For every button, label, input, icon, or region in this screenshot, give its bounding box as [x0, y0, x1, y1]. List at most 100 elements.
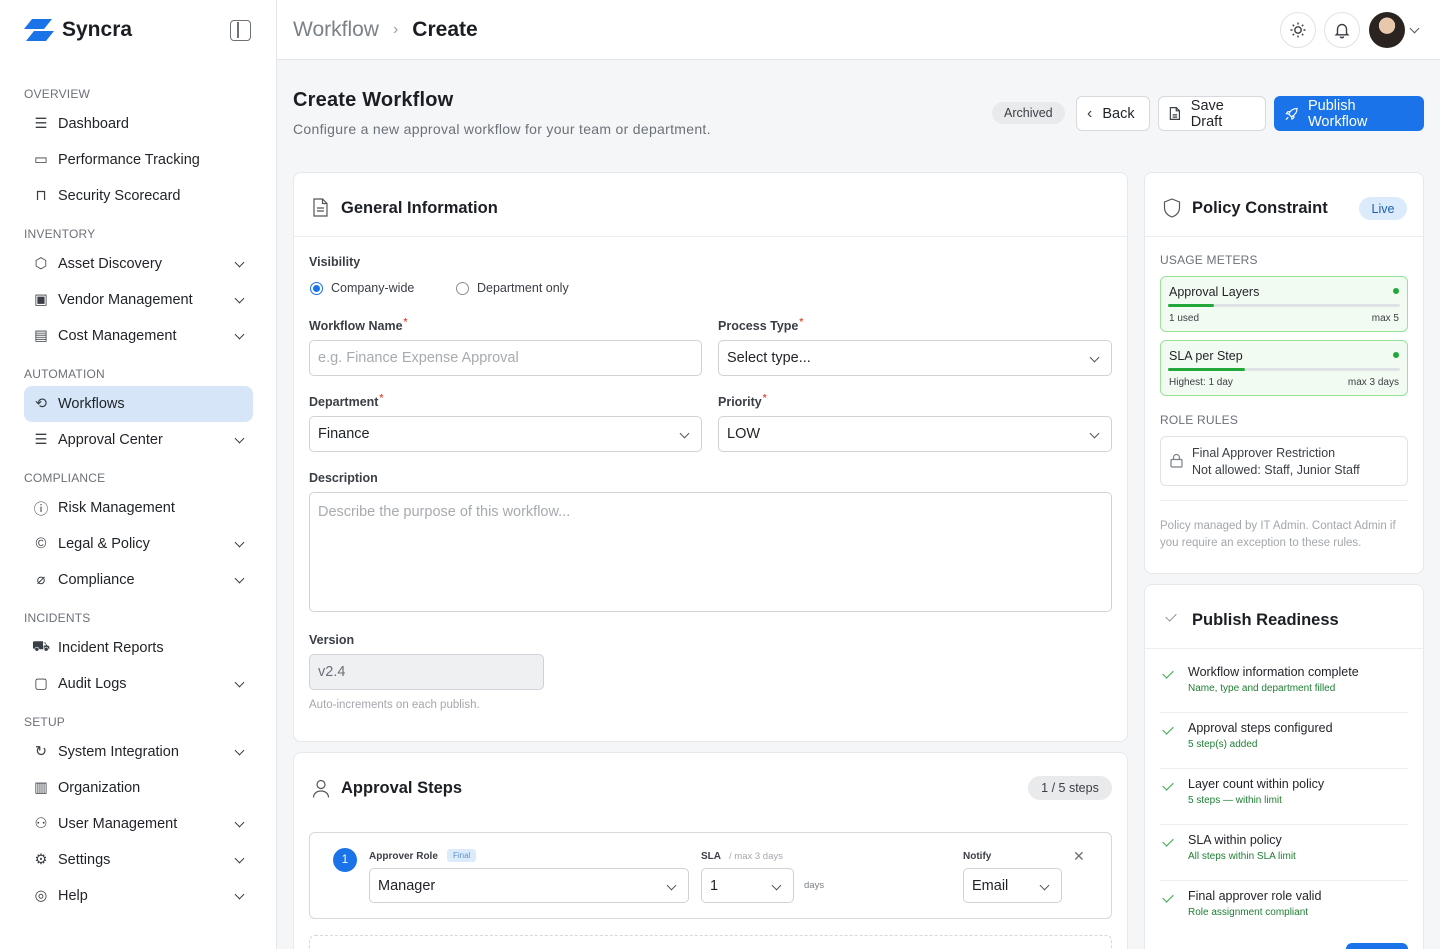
sidebar-item-audit-logs[interactable]: ▢ Audit Logs	[24, 666, 253, 702]
theme-toggle-button[interactable]	[1280, 12, 1316, 48]
radio-selected-icon	[310, 281, 323, 295]
description-textarea[interactable]: Describe the purpose of this workflow...	[309, 492, 1112, 612]
meter-used: 1 used	[1169, 313, 1200, 324]
label-text: Department	[309, 395, 379, 409]
document-icon	[313, 198, 328, 217]
label-text: Process Type	[718, 319, 799, 333]
priority-select[interactable]: LOW	[718, 416, 1112, 452]
final-tag: Final	[447, 849, 477, 862]
save-draft-button[interactable]: Save Draft	[1158, 96, 1266, 131]
label-text: Priority	[718, 395, 762, 409]
chevron-down-icon	[234, 745, 245, 756]
readiness-item-detail: 5 step(s) added	[1188, 739, 1258, 750]
workflow-name-input[interactable]: e.g. Finance Expense Approval	[309, 340, 702, 376]
chevron-down-icon	[234, 293, 245, 304]
notifications-button[interactable]	[1324, 12, 1360, 48]
sidebar-item-performance-tracking[interactable]: ▭ Performance Tracking	[24, 142, 253, 178]
sidebar-item-user-management[interactable]: ⚇ User Management	[24, 806, 253, 842]
sidebar-item-settings[interactable]: ⚙ Settings	[24, 842, 253, 878]
sidebar-item-legal-policy[interactable]: © Legal & Policy	[24, 526, 253, 562]
sla-hint: / max 3 days	[729, 851, 783, 862]
section-label-incidents: INCIDENTS	[24, 611, 91, 625]
sidebar-item-cost-management[interactable]: ▤ Cost Management	[24, 318, 253, 354]
notify-select[interactable]: Email	[963, 868, 1062, 903]
sidebar-item-label: Settings	[58, 852, 111, 868]
approver-role-label: Approver Role	[369, 851, 438, 862]
section-label-inventory: INVENTORY	[24, 227, 96, 241]
publish-workflow-button[interactable]: Publish Workflow	[1274, 96, 1424, 131]
readiness-item-title: Approval steps configured	[1188, 721, 1333, 735]
breadcrumb-workflow[interactable]: Workflow	[293, 18, 379, 42]
visibility-department-only-radio[interactable]: Department only	[456, 281, 569, 295]
chevron-down-icon	[234, 433, 245, 444]
sidebar-item-incident-reports[interactable]: ⛟ Incident Reports	[24, 630, 253, 666]
divider	[1160, 768, 1408, 769]
rule-title: Final Approver Restriction	[1192, 446, 1336, 460]
remove-step-close-icon[interactable]: ✕	[1073, 848, 1085, 865]
required-marker: *	[799, 317, 804, 328]
sidebar-item-workflows[interactable]: ⟲ Workflows	[24, 386, 253, 422]
select-value: Email	[972, 877, 1009, 894]
sidebar-item-organization[interactable]: ▥ Organization	[24, 770, 253, 806]
alert-icon: ⓘ	[33, 501, 49, 518]
chevron-down-icon	[234, 889, 245, 900]
sidebar-item-label: Risk Management	[58, 500, 175, 516]
sidebar-item-security-scorecard[interactable]: ⊓ Security Scorecard	[24, 178, 253, 214]
sla-label: SLA	[701, 851, 721, 862]
sidebar-item-compliance[interactable]: ⌀ Compliance	[24, 562, 253, 598]
sidebar-item-label: Approval Center	[58, 432, 163, 448]
policy-note: Policy managed by IT Admin. Contact Admi…	[1160, 520, 1396, 549]
version-hint: Auto-increments on each publish.	[309, 699, 480, 711]
sidebar-item-approval-center[interactable]: ☰ Approval Center	[24, 422, 253, 458]
readiness-action-button[interactable]	[1346, 943, 1408, 949]
sidebar-collapse-icon[interactable]	[230, 20, 251, 41]
policy-constraint-title: Policy Constraint	[1192, 199, 1328, 217]
avatar[interactable]	[1369, 12, 1405, 48]
sidebar-item-asset-discovery[interactable]: ⬡ Asset Discovery	[24, 246, 253, 282]
sidebar-item-label: Workflows	[58, 396, 125, 412]
status-dot-icon	[1393, 288, 1399, 294]
readiness-item-title: SLA within policy	[1188, 833, 1282, 847]
sidebar-item-vendor-management[interactable]: ▣ Vendor Management	[24, 282, 253, 318]
sidebar-item-help[interactable]: ◎ Help	[24, 878, 253, 914]
approver-role-select[interactable]: Manager	[369, 868, 689, 903]
section-label-overview: OVERVIEW	[24, 87, 91, 101]
app-logo[interactable]: Syncra	[24, 18, 132, 42]
department-select[interactable]: Finance	[309, 416, 702, 452]
process-type-select[interactable]: Select type...	[718, 340, 1112, 376]
department-label: Department*	[309, 393, 383, 409]
chevron-down-icon	[679, 428, 690, 439]
sla-select[interactable]: 1	[701, 868, 794, 903]
radio-label: Company-wide	[331, 281, 415, 295]
back-button[interactable]: ‹ Back	[1076, 96, 1150, 131]
version-field: v2.4	[309, 654, 544, 690]
sla-unit: days	[804, 880, 825, 891]
sidebar-item-risk-management[interactable]: ⓘ Risk Management	[24, 490, 253, 526]
lock-icon: ⊓	[35, 188, 47, 204]
sidebar-item-label: Organization	[58, 780, 141, 796]
required-marker: *	[403, 317, 408, 328]
vendor-icon: ▣	[34, 292, 48, 308]
topbar: Workflow › Create	[277, 0, 1440, 60]
process-type-label: Process Type*	[718, 317, 804, 333]
rule-detail: Not allowed: Staff, Junior Staff	[1192, 463, 1360, 477]
approval-steps-title: Approval Steps	[341, 779, 463, 797]
chevron-down-icon	[1039, 880, 1050, 891]
add-step-dropzone[interactable]	[309, 935, 1112, 949]
readiness-item-detail: 5 steps — within limit	[1188, 795, 1282, 806]
card-icon: ▤	[34, 328, 48, 344]
gear-icon: ⚙	[34, 852, 48, 868]
meter-used: Highest: 1 day	[1169, 377, 1233, 388]
box-icon: ⬡	[34, 256, 48, 272]
visibility-company-wide-radio[interactable]: Company-wide	[310, 281, 414, 295]
readiness-item-detail: Name, type and department filled	[1188, 683, 1336, 694]
sidebar-item-label: Help	[58, 888, 88, 904]
section-label-automation: AUTOMATION	[24, 367, 105, 381]
radio-unselected-icon	[456, 281, 469, 295]
sidebar-item-dashboard[interactable]: ☰ Dashboard	[24, 106, 253, 142]
sidebar-item-system-integration[interactable]: ↻ System Integration	[24, 734, 253, 770]
lock-icon	[1170, 453, 1183, 468]
help-icon: ◎	[34, 888, 48, 904]
live-badge: Live	[1359, 197, 1407, 220]
section-label-setup: SETUP	[24, 715, 66, 729]
